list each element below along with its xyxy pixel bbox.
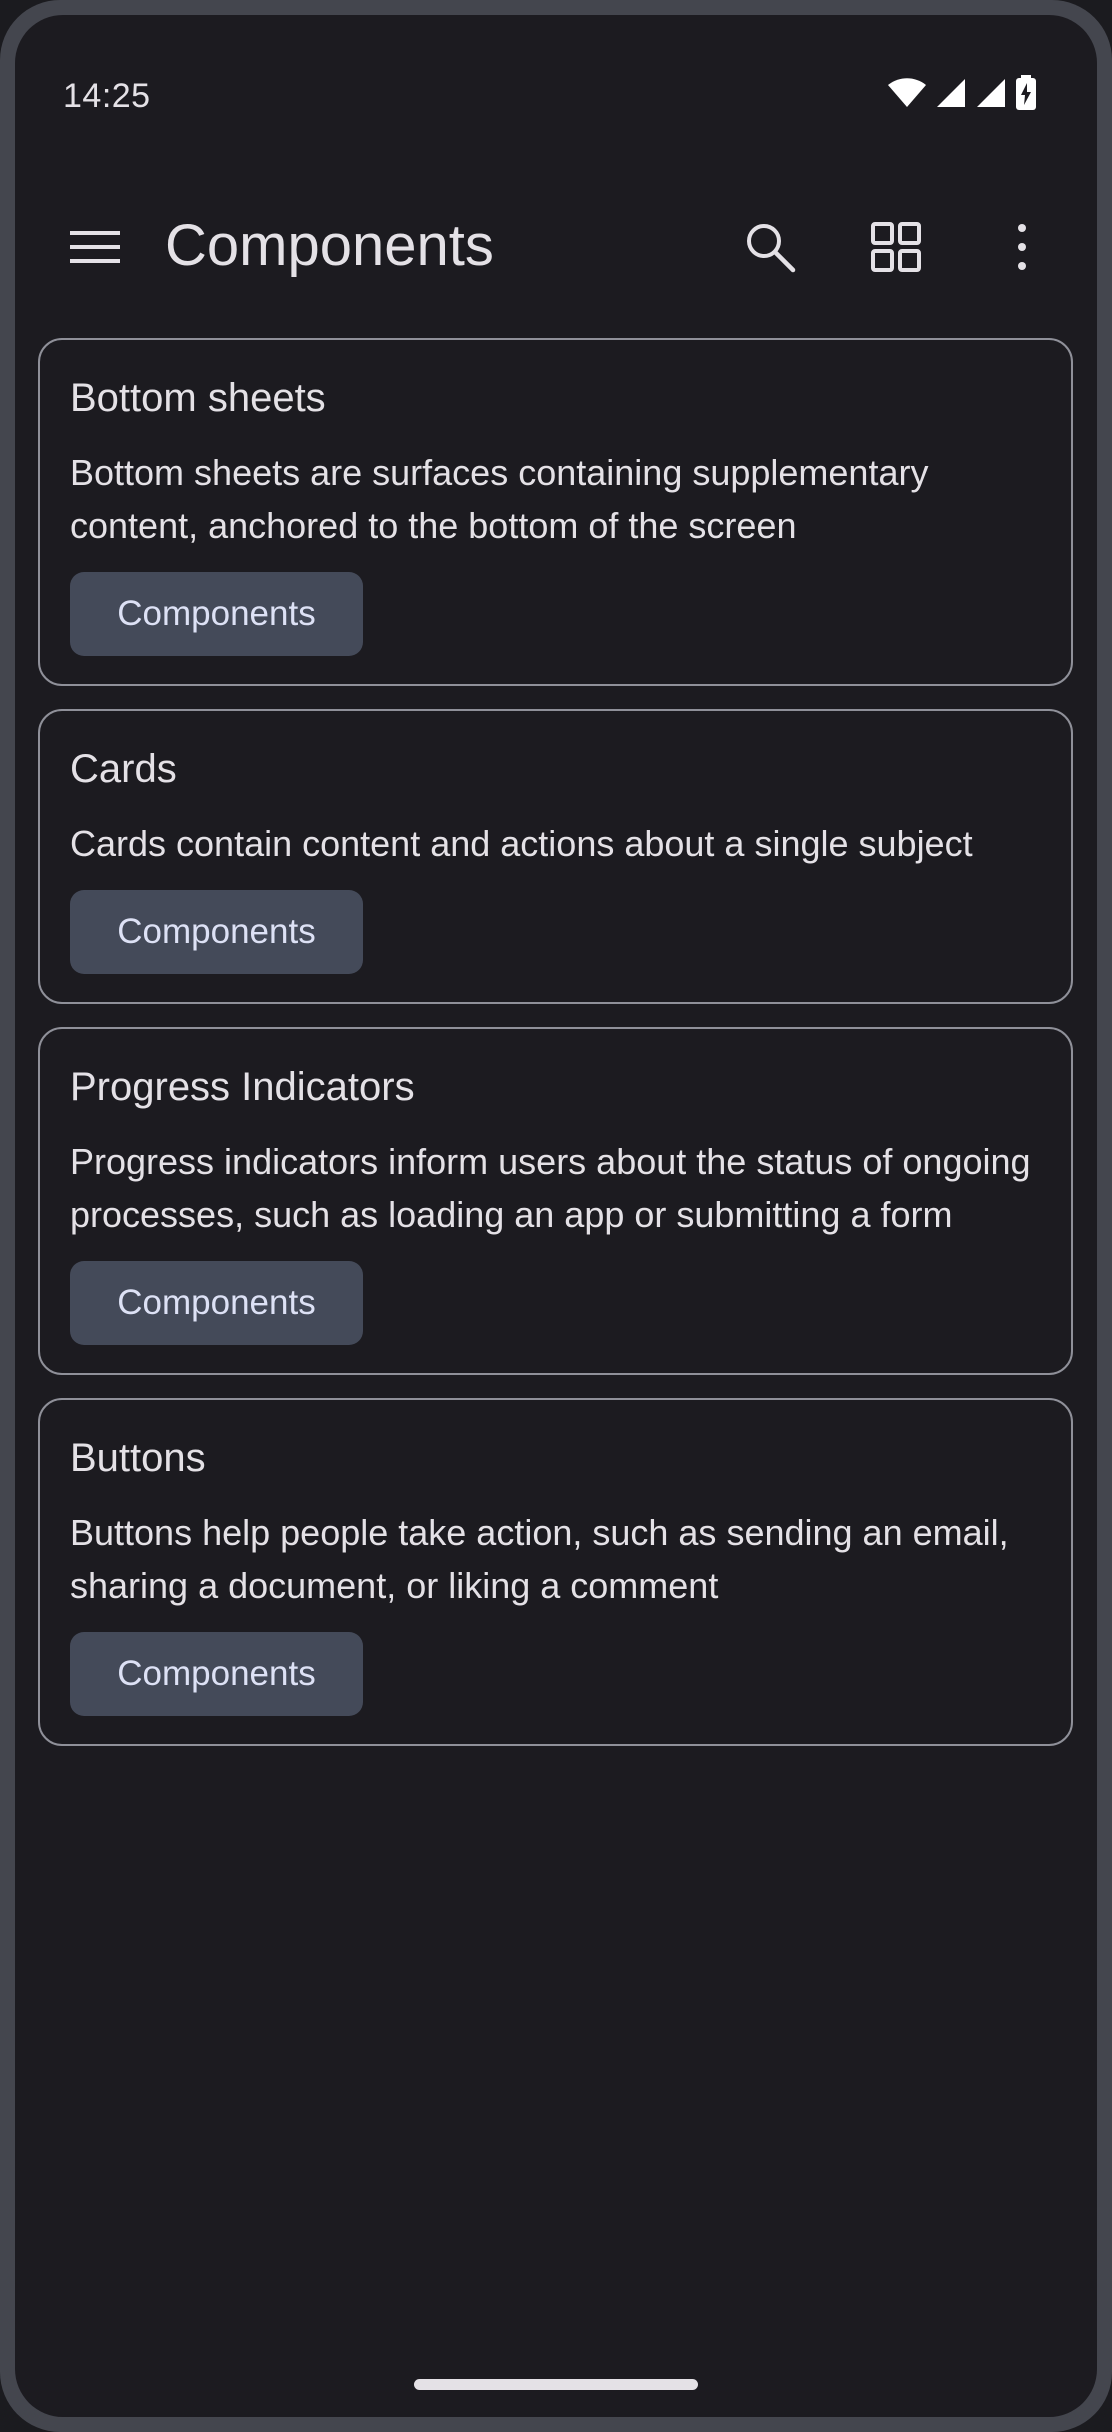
status-bar: 14:25 — [15, 15, 1097, 145]
grid-view-button[interactable] — [851, 202, 941, 292]
grid-view-icon — [871, 222, 921, 272]
menu-icon — [70, 231, 120, 263]
gesture-nav-handle[interactable] — [414, 2379, 698, 2390]
card-description: Progress indicators inform users about t… — [70, 1141, 1031, 1235]
more-vert-icon — [1018, 224, 1026, 270]
page-title: Components — [165, 213, 494, 278]
component-card-list: Bottom sheets Bottom sheets are surfaces… — [38, 338, 1073, 1769]
card-title: Cards — [70, 747, 177, 791]
components-button[interactable]: Components — [70, 890, 363, 974]
card-description: Bottom sheets are surfaces containing su… — [70, 452, 929, 546]
components-button[interactable]: Components — [70, 1632, 363, 1716]
card-title: Progress Indicators — [70, 1065, 415, 1109]
card-cards: Cards Cards contain content and actions … — [38, 709, 1073, 1004]
components-button[interactable]: Components — [70, 1261, 363, 1345]
cell-signal-icon — [977, 79, 1005, 107]
components-button[interactable]: Components — [70, 572, 363, 656]
more-options-button[interactable] — [977, 202, 1067, 292]
status-time: 14:25 — [63, 77, 151, 115]
card-description: Buttons help people take action, such as… — [70, 1512, 1009, 1606]
card-title: Buttons — [70, 1436, 206, 1480]
device-frame: 14:25 Components Bottom sheets Bottom sh… — [0, 0, 1112, 2432]
card-buttons: Buttons Buttons help people take action,… — [38, 1398, 1073, 1746]
status-icons — [887, 75, 1037, 111]
search-button[interactable] — [725, 202, 815, 292]
card-title: Bottom sheets — [70, 376, 326, 420]
top-app-bar: Components — [15, 190, 1097, 310]
cell-signal-icon — [937, 79, 965, 107]
search-icon — [747, 224, 796, 273]
card-bottom-sheets: Bottom sheets Bottom sheets are surfaces… — [38, 338, 1073, 686]
battery-charging-icon — [1016, 75, 1036, 110]
screen: 14:25 Components Bottom sheets Bottom sh… — [15, 15, 1097, 2417]
menu-button[interactable] — [50, 202, 140, 292]
card-description: Cards contain content and actions about … — [70, 823, 973, 864]
card-progress-indicators: Progress Indicators Progress indicators … — [38, 1027, 1073, 1375]
wifi-icon — [888, 78, 926, 107]
